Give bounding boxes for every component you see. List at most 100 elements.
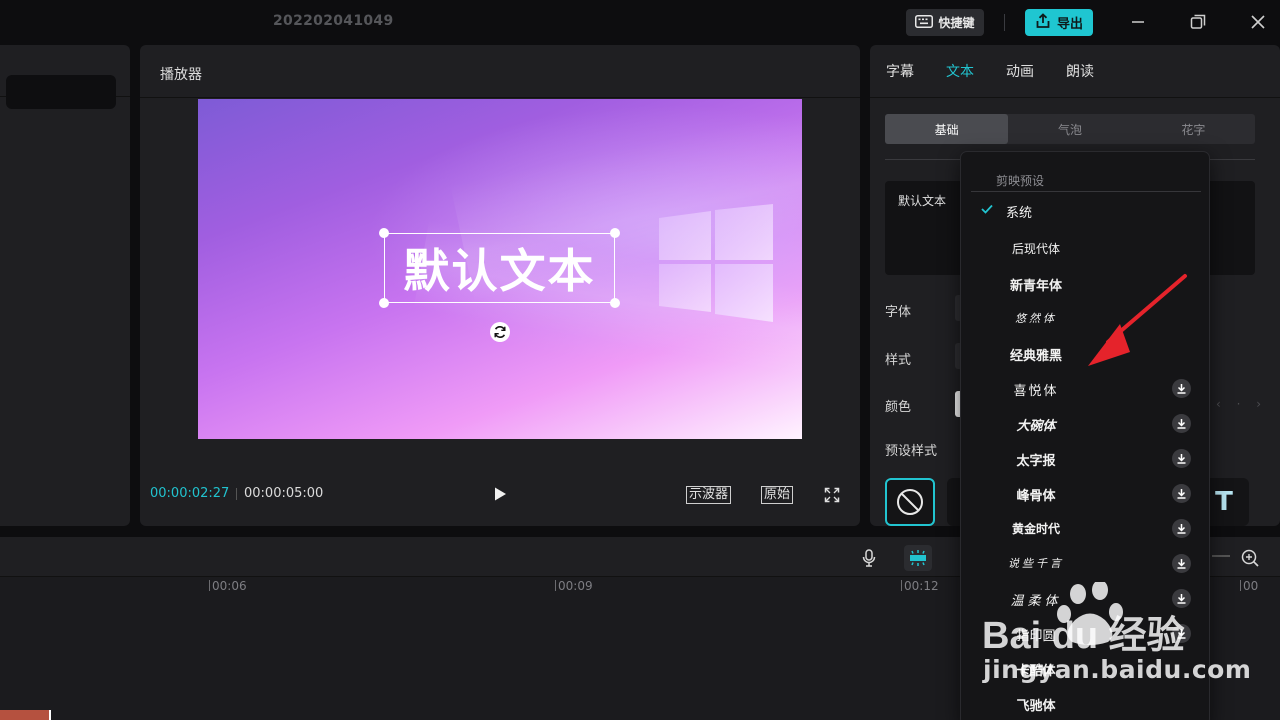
tick-label: 00:09 xyxy=(558,579,593,593)
font-option[interactable]: 太字报 xyxy=(961,442,1209,474)
total-time: 00:00:05:00 xyxy=(244,486,324,501)
text-selection-box[interactable]: 默认文本 xyxy=(379,228,620,308)
resize-handle-bottom-left[interactable] xyxy=(379,298,389,308)
font-option-label: 后现代体 xyxy=(1011,242,1060,256)
share-icon xyxy=(1035,12,1051,33)
resize-handle-top-right[interactable] xyxy=(610,228,620,238)
font-option-label: 黄金时代 xyxy=(1011,522,1060,536)
font-label: 字体 xyxy=(885,305,912,320)
font-option-label: 太字报 xyxy=(1016,454,1056,469)
zoom-in-icon xyxy=(1241,549,1259,567)
fullscreen-button[interactable] xyxy=(824,487,840,503)
property-tabs: 字幕 文本 动画 朗读 xyxy=(870,45,1280,98)
preset-none[interactable] xyxy=(885,478,935,526)
download-icon xyxy=(1177,524,1186,534)
tick-mark xyxy=(209,580,210,591)
resize-handle-top-left[interactable] xyxy=(379,228,389,238)
download-font-button[interactable] xyxy=(1172,449,1191,468)
font-option[interactable]: 喜悦体 xyxy=(961,372,1209,404)
tick-label: 00:06 xyxy=(212,579,247,593)
export-button[interactable]: 导出 xyxy=(1025,9,1093,36)
font-option[interactable]: 黄金时代 xyxy=(961,512,1209,544)
tick-mark xyxy=(555,580,556,591)
watermark-brand: Bai du 经验 xyxy=(982,615,1185,657)
download-font-button[interactable] xyxy=(1172,554,1191,573)
tab-subtitle[interactable]: 字幕 xyxy=(886,61,914,81)
checkmark-icon xyxy=(981,204,993,214)
original-ratio-button[interactable]: 原始 xyxy=(761,486,794,504)
player-panel: 播放器 默认文本 00:00:02:27 00:00:05:00 示波器 原始 xyxy=(140,45,860,526)
font-option[interactable]: 后现代体 xyxy=(961,232,1209,264)
download-font-button[interactable] xyxy=(1172,379,1191,398)
font-option-label: 喜悦体 xyxy=(1013,384,1059,399)
play-icon xyxy=(495,487,506,501)
record-audio-button[interactable] xyxy=(855,545,883,571)
text-subtabs: 基础 气泡 花字 xyxy=(885,114,1255,144)
oscilloscope-button[interactable]: 示波器 xyxy=(686,486,732,504)
keyboard-icon xyxy=(915,14,934,31)
download-icon xyxy=(1177,454,1186,464)
restore-icon xyxy=(1190,14,1206,29)
preset-style-label: 预设样式 xyxy=(885,444,938,459)
download-font-button[interactable] xyxy=(1172,484,1191,503)
download-icon xyxy=(1177,384,1186,394)
font-option-label: 峰骨体 xyxy=(1016,489,1056,504)
export-label: 导出 xyxy=(1056,17,1083,32)
tab-animation[interactable]: 动画 xyxy=(1006,61,1034,81)
download-font-button[interactable] xyxy=(1172,519,1191,538)
player-header: 播放器 xyxy=(140,45,860,98)
close-button[interactable] xyxy=(1248,12,1268,32)
time-separator xyxy=(236,488,237,500)
download-icon xyxy=(1177,489,1186,499)
minimize-icon xyxy=(1132,21,1144,23)
video-clip[interactable] xyxy=(0,710,50,720)
font-option[interactable]: 峰骨体 xyxy=(961,477,1209,509)
media-panel xyxy=(0,45,130,526)
download-font-button[interactable] xyxy=(1172,414,1191,433)
fullscreen-icon xyxy=(824,487,840,503)
font-option-system[interactable]: 系统 xyxy=(961,194,1209,226)
zoom-slider[interactable] xyxy=(1212,555,1230,557)
dropdown-group-header: 剪映预设 xyxy=(996,174,1045,188)
minimize-button[interactable] xyxy=(1128,12,1148,32)
tick-label: 00 xyxy=(1243,579,1259,593)
tick-mark xyxy=(901,580,902,591)
overlay-text: 默认文本 xyxy=(403,244,596,298)
current-time: 00:00:02:27 xyxy=(150,486,230,501)
download-icon xyxy=(1177,419,1186,429)
rotate-handle[interactable] xyxy=(490,322,510,342)
tick-mark xyxy=(1240,580,1241,591)
playhead[interactable] xyxy=(49,710,51,720)
maximize-button[interactable] xyxy=(1188,12,1208,32)
zoom-in-button[interactable] xyxy=(1236,545,1264,571)
titlebar-divider xyxy=(1004,14,1005,31)
shortcut-label: 快捷键 xyxy=(938,16,975,30)
font-option[interactable]: 大碗体 xyxy=(961,407,1209,439)
no-style-icon xyxy=(897,489,923,515)
tab-text[interactable]: 文本 xyxy=(946,61,974,81)
tick-label: 00:12 xyxy=(904,579,939,593)
title-bar: 202202041049 快捷键 导出 xyxy=(0,0,1280,44)
watermark-url: jingyan.baidu.com xyxy=(983,655,1252,684)
microphone-icon xyxy=(862,549,876,567)
video-preview[interactable]: 默认文本 xyxy=(198,99,802,439)
shortcut-button[interactable]: 快捷键 xyxy=(906,9,984,36)
play-button[interactable] xyxy=(492,486,508,502)
media-search-bar[interactable] xyxy=(6,75,116,109)
subtab-bubble[interactable]: 气泡 xyxy=(1008,114,1131,144)
font-option-label: 说些千言 xyxy=(1008,557,1064,570)
color-label: 颜色 xyxy=(885,400,912,415)
font-option-label: 飞驰体 xyxy=(1016,699,1056,714)
color-nav-arrows[interactable]: ‹ · › xyxy=(1216,397,1267,411)
font-option-label: 系统 xyxy=(1006,206,1033,221)
dropdown-divider xyxy=(971,191,1201,192)
subtab-fancy-text[interactable]: 花字 xyxy=(1132,114,1255,144)
snap-button[interactable] xyxy=(904,545,932,571)
rotate-icon xyxy=(494,326,506,338)
resize-handle-bottom-right[interactable] xyxy=(610,298,620,308)
close-icon xyxy=(1251,15,1265,29)
subtab-basic[interactable]: 基础 xyxy=(885,114,1009,144)
tab-read-aloud[interactable]: 朗读 xyxy=(1066,61,1094,81)
font-option[interactable]: 说些千言 xyxy=(961,547,1209,579)
magnet-snap-icon xyxy=(910,550,926,566)
